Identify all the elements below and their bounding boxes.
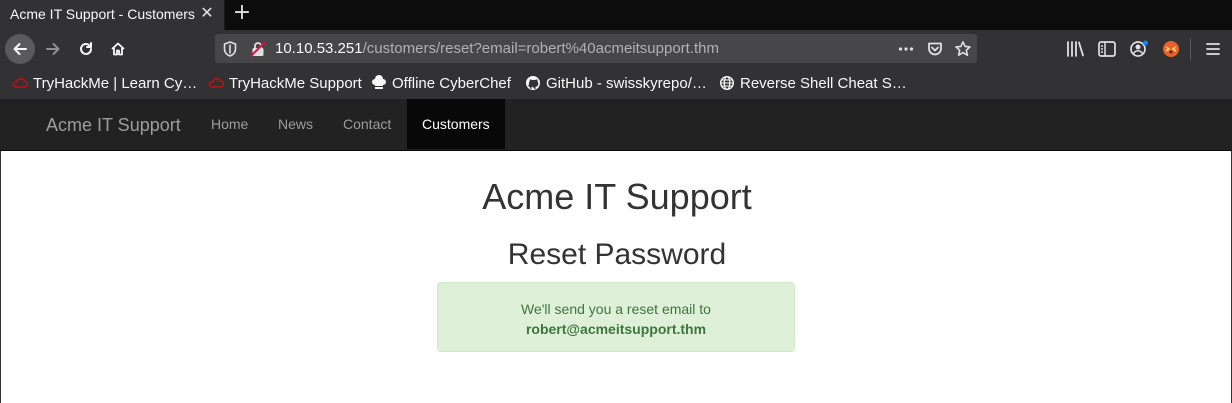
page-title: Acme IT Support — [482, 176, 752, 217]
url-host: 10.10.53.251 — [275, 40, 363, 57]
alert-email: robert@acmeitsupport.thm — [525, 321, 707, 337]
site-brand[interactable]: Acme IT Support — [46, 115, 181, 136]
bookmark-label: TryHackMe Support — [229, 75, 362, 92]
account-icon[interactable] — [1128, 38, 1150, 60]
more-actions-icon[interactable] — [897, 40, 915, 58]
page-subtitle: Reset Password — [507, 238, 727, 271]
toolbar-separator — [1190, 38, 1191, 60]
browser-tab[interactable]: Acme IT Support - Customers ✕ — [0, 0, 225, 30]
bookmark-item[interactable]: GitHub - swisskyrepo/… — [525, 75, 707, 93]
hamburger-menu-icon[interactable] — [1202, 38, 1224, 60]
page-content: Acme IT Support Reset Password We'll sen… — [0, 151, 1232, 403]
new-tab-icon[interactable]: + — [230, 1, 254, 25]
bookmark-item[interactable]: TryHackMe | Learn Cy… — [12, 75, 197, 93]
tab-strip: Acme IT Support - Customers ✕ + — [0, 0, 1232, 30]
browser-window: Acme IT Support - Customers ✕ + 10.10.53… — [0, 0, 1232, 403]
tryhackme-icon — [208, 78, 224, 88]
bookmarks-toolbar: TryHackMe | Learn Cy… TryHackMe Support … — [0, 68, 1232, 100]
url-text[interactable]: 10.10.53.251/customers/reset?email=rober… — [275, 40, 719, 57]
bookmark-label: Reverse Shell Cheat S… — [740, 75, 907, 92]
close-tab-icon[interactable]: ✕ — [198, 4, 216, 22]
tab-title: Acme IT Support - Customers — [10, 6, 195, 22]
back-button[interactable] — [5, 34, 35, 64]
github-icon — [526, 76, 540, 90]
reload-button[interactable] — [71, 34, 101, 64]
extension-fox-icon[interactable] — [1160, 38, 1182, 60]
bookmark-item[interactable]: TryHackMe Support — [208, 75, 362, 93]
home-icon — [111, 42, 125, 56]
home-button[interactable] — [103, 34, 133, 64]
bookmark-label: Offline CyberChef — [392, 75, 511, 92]
bookmark-star-icon[interactable] — [954, 40, 972, 58]
url-path: /customers/reset?email=robert%40acmeitsu… — [362, 40, 719, 57]
pocket-icon[interactable] — [926, 40, 944, 58]
nav-link-home[interactable]: Home — [196, 99, 263, 149]
alert-message: We'll send you a reset email to — [521, 301, 711, 317]
globe-icon — [719, 75, 735, 91]
nav-toolbar: 10.10.53.251/customers/reset?email=rober… — [0, 30, 1232, 68]
site-navbar: Acme IT Support Home News Contact Custom… — [0, 99, 1232, 151]
tracking-shield-icon[interactable] — [221, 40, 239, 58]
chef-hat-icon — [372, 75, 386, 89]
forward-arrow-icon — [46, 43, 60, 55]
back-arrow-icon — [13, 43, 27, 55]
url-bar[interactable]: 10.10.53.251/customers/reset?email=rober… — [215, 34, 977, 63]
bookmark-label: TryHackMe | Learn Cy… — [33, 75, 198, 92]
tryhackme-icon — [12, 78, 28, 88]
reload-icon — [80, 42, 92, 55]
forward-button[interactable] — [38, 34, 68, 64]
library-icon[interactable] — [1064, 38, 1086, 60]
insecure-lock-icon[interactable] — [249, 40, 267, 58]
bookmark-label: GitHub - swisskyrepo/… — [546, 75, 707, 92]
nav-link-customers[interactable]: Customers — [407, 99, 505, 149]
sidebar-icon[interactable] — [1096, 38, 1118, 60]
bookmark-item[interactable]: Offline CyberChef — [371, 75, 511, 93]
bookmark-item[interactable]: Reverse Shell Cheat S… — [719, 75, 907, 93]
success-alert: We'll send you a reset email to robert@a… — [437, 282, 795, 352]
nav-link-contact[interactable]: Contact — [328, 99, 406, 149]
nav-link-news[interactable]: News — [263, 99, 328, 149]
